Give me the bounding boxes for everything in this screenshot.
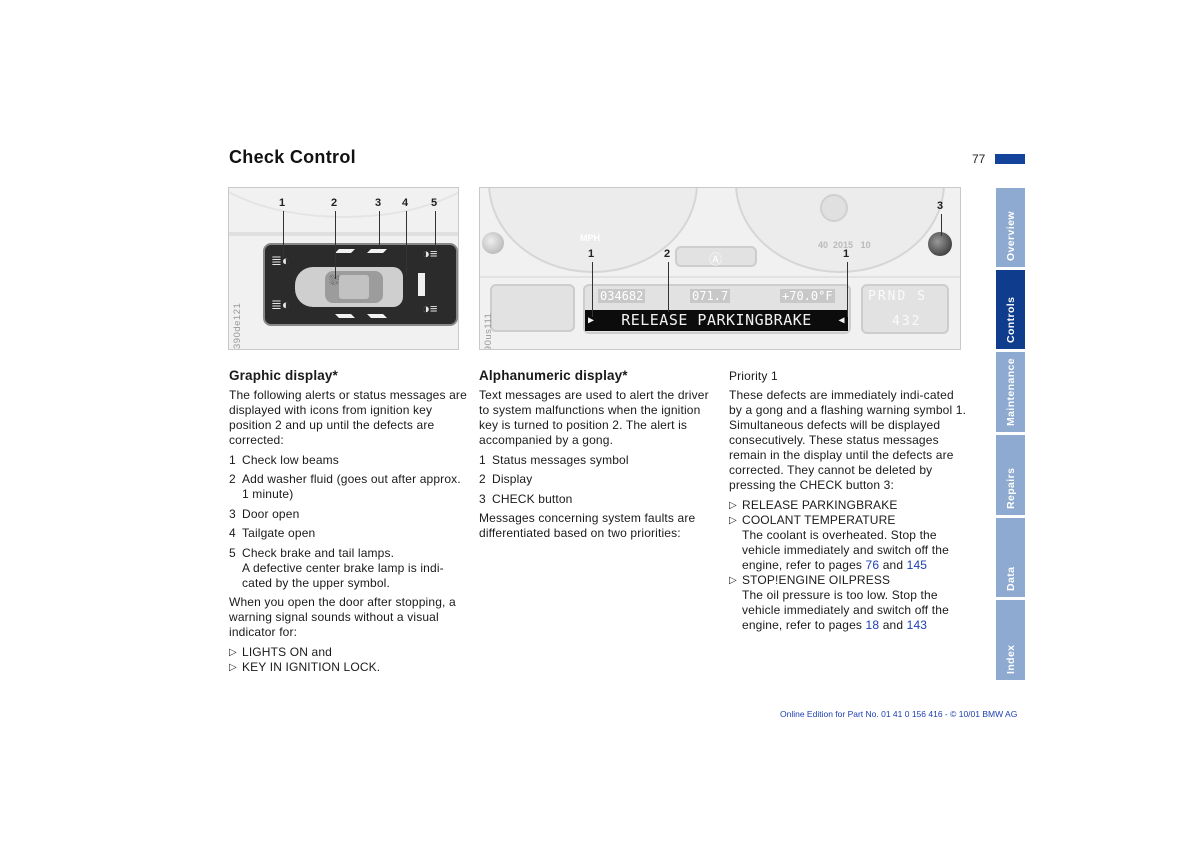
tab-label: Controls (1004, 296, 1017, 343)
tab-index[interactable]: Index (996, 600, 1025, 680)
door-stripe (335, 314, 355, 318)
callout-2: 2 (331, 197, 338, 209)
bullet-item: ▷ COOLANT TEMPERATURE The coolant is over… (729, 512, 949, 572)
warning-symbol-icon: Ⓐ (709, 252, 723, 267)
priority1-section: Priority 1 These defects are immediately… (729, 368, 969, 633)
left-lcd (490, 284, 575, 332)
message-text: RELEASE PARKINGBRAKE (621, 311, 812, 329)
leader-line (335, 211, 336, 279)
intro-text: Text messages are used to alert the driv… (479, 388, 709, 447)
tab-label: Data (1004, 566, 1017, 591)
dash-line (229, 232, 458, 236)
gear-numbers: 432 (892, 314, 922, 329)
alphanumeric-display-section: Alphanumeric display* Text messages are … (479, 368, 719, 546)
bullet-item: ▷ STOP!ENGINE OILPRESS The oil pressure i… (729, 572, 949, 632)
low-beam-icon: ≣◐ (271, 297, 290, 312)
tab-data[interactable]: Data (996, 518, 1025, 597)
bullet-item: ▷ LIGHTS ON and (229, 644, 332, 659)
trip-reset-knob[interactable] (482, 232, 504, 254)
section-heading: Priority 1 (729, 369, 778, 383)
bullet-item: ▷ RELEASE PARKINGBRAKE (729, 497, 898, 512)
list-item: 4 Tailgate open (229, 526, 316, 540)
gear-indicator: PRND S (868, 289, 927, 304)
callout-3: 3 (937, 200, 944, 212)
section-tabs: Overview Controls Maintenance Repairs Da… (996, 188, 1025, 683)
page-number: 77 (972, 152, 986, 166)
tailgate-icon (418, 273, 425, 296)
message-display: ▶ RELEASE PARKINGBRAKE ◀ (585, 310, 848, 331)
outro-text: Messages concerning system faults are di… (479, 511, 696, 540)
callout-2: 2 (664, 248, 671, 260)
gauge-hub (820, 194, 848, 222)
triangle-bullet-icon: ▷ (229, 646, 237, 658)
tail-lamp-icon: ◑≡ (422, 301, 438, 316)
leader-line (406, 211, 407, 276)
callout-5: 5 (431, 197, 438, 209)
car-icon (295, 267, 403, 307)
page-marker-bar (995, 154, 1025, 164)
tab-label: Maintenance (1004, 358, 1017, 426)
list-item: 3 Door open (229, 506, 300, 521)
tab-label: Repairs (1004, 467, 1017, 509)
callout-4: 4 (402, 197, 409, 209)
door-stripe (367, 314, 387, 318)
status-symbol-icon: ◀ (838, 315, 845, 326)
triangle-bullet-icon: ▷ (729, 574, 737, 586)
list-item: 1 Status messages symbol (479, 452, 629, 467)
triangle-bullet-icon: ▷ (729, 514, 737, 526)
graphic-display-section: Graphic display* The following alerts or… (229, 368, 469, 675)
leader-line (847, 262, 848, 317)
list-item: 3 CHECK button (479, 491, 573, 506)
speedometer-dial (488, 188, 698, 273)
tab-overview[interactable]: Overview (996, 188, 1025, 267)
list-item: 2 Add washer fluid (goes out after approx… (229, 472, 461, 501)
tab-controls[interactable]: Controls (996, 270, 1025, 349)
list-item: 1 Check low beams (229, 452, 339, 467)
tab-repairs[interactable]: Repairs (996, 435, 1025, 515)
figure-code: 390de121 (232, 302, 243, 349)
tab-maintenance[interactable]: Maintenance (996, 352, 1025, 432)
page-link-76[interactable]: 76 (866, 558, 880, 572)
trip-readout: 071.7 (690, 289, 731, 303)
page-title: Check Control (229, 147, 356, 167)
leader-line (941, 214, 942, 236)
intro-text: These defects are immediately indi-cated… (729, 388, 967, 492)
dash-line (480, 276, 960, 278)
warning-indicator-box: Ⓐ (675, 246, 757, 267)
callout-1: 1 (279, 197, 286, 209)
page-link-143[interactable]: 143 (907, 618, 927, 632)
section-heading: Graphic display* (229, 368, 338, 383)
page-link-18[interactable]: 18 (866, 618, 880, 632)
leader-line (379, 211, 380, 249)
triangle-bullet-icon: ▷ (729, 499, 737, 511)
graphic-display-figure: ⛆ ≣◐ ≣◐ ◑≡ ◑≡ 1 2 3 4 5 390de121 (228, 187, 459, 350)
check-button[interactable] (928, 232, 952, 256)
page-link-145[interactable]: 145 (907, 558, 927, 572)
callout-1: 1 (588, 248, 595, 260)
triangle-bullet-icon: ▷ (229, 661, 237, 673)
low-beam-icon: ≣◐ (271, 253, 290, 268)
odometer-readout: 034682 (598, 289, 646, 303)
door-text: When you open the door after stopping, a… (229, 595, 456, 639)
callout-3: 3 (375, 197, 382, 209)
alphanumeric-display-figure: MPH 40 2015 10 Ⓐ 034682 071.7 +70.0°F ▶ … (479, 187, 961, 350)
list-item: 2 Display (479, 472, 533, 486)
section-heading: Alphanumeric display* (479, 368, 628, 383)
leader-line (435, 211, 436, 251)
temperature-readout: +70.0°F (780, 289, 835, 303)
tab-label: Overview (1004, 211, 1017, 261)
leader-line (283, 211, 284, 258)
tab-label: Index (1004, 644, 1017, 674)
footer-edition-note: Online Edition for Part No. 01 41 0 156 … (780, 709, 1018, 719)
leader-line (668, 262, 669, 312)
bullet-item: ▷ KEY IN IGNITION LOCK. (229, 659, 381, 674)
intro-text: The following alerts or status messages … (229, 388, 467, 447)
figure-code: 390us111 (483, 312, 494, 350)
gauge-arc (229, 188, 458, 218)
speed-unit: MPH (580, 233, 600, 243)
list-item: 5 Check brake and tail lamps. A defective … (229, 545, 444, 590)
leader-line (592, 262, 593, 317)
callout-1: 1 (843, 248, 850, 260)
